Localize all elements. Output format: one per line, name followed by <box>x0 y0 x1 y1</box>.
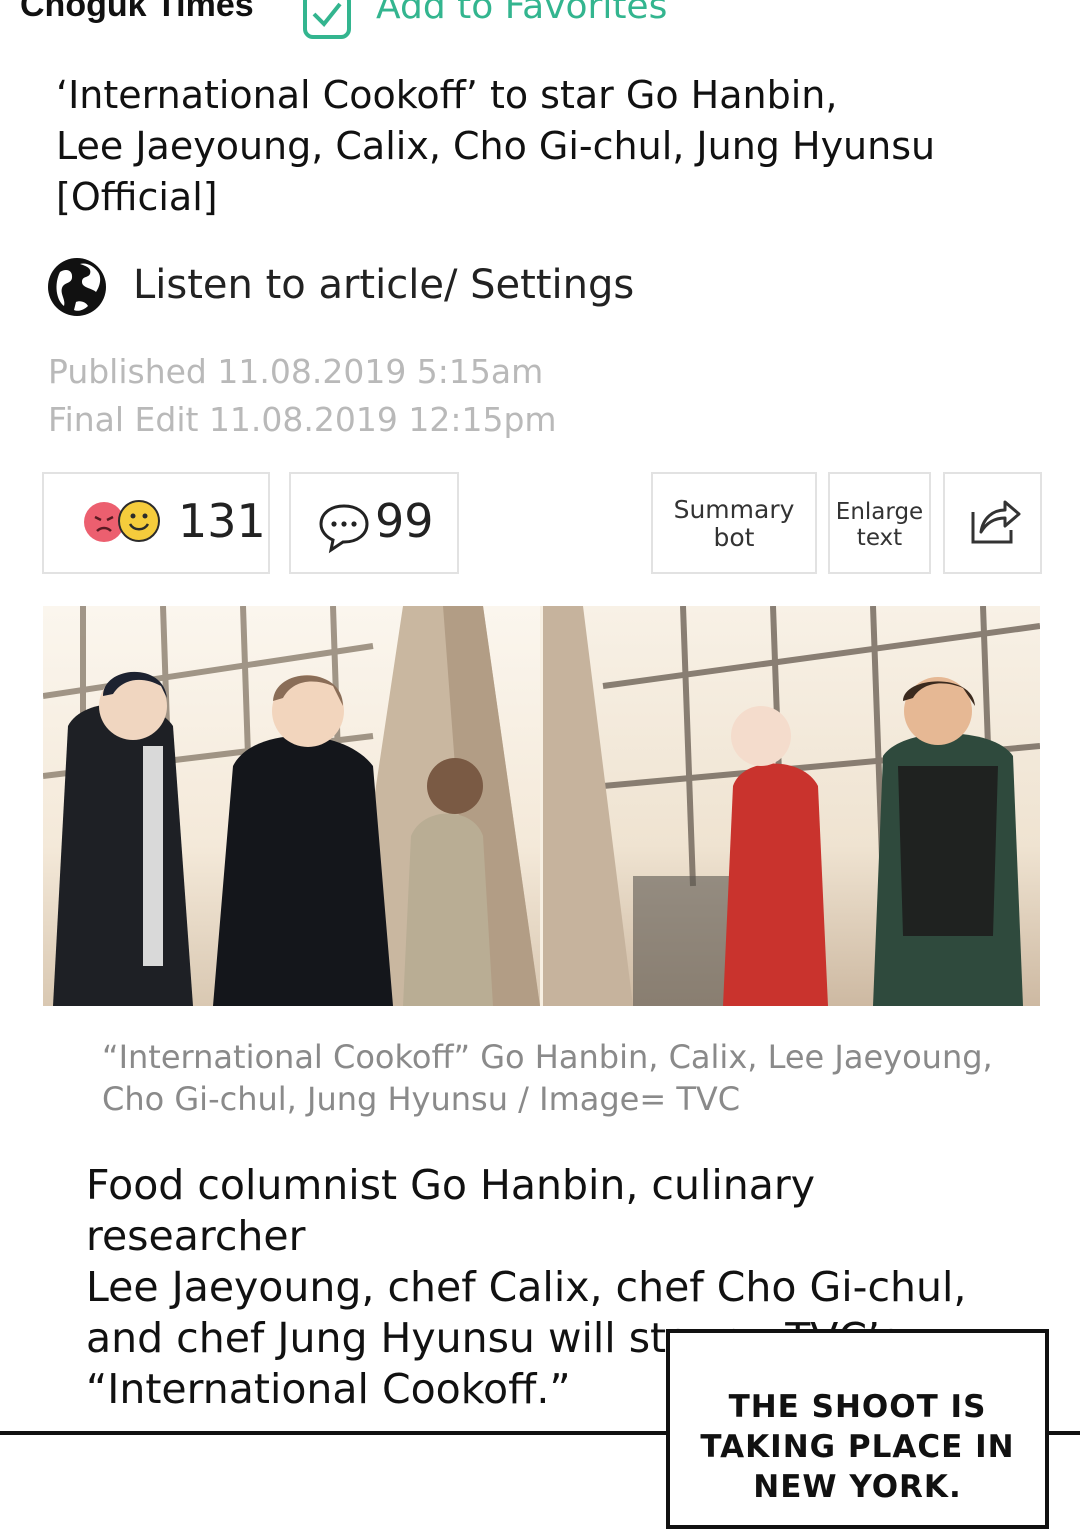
comment-bubble-icon <box>319 504 369 554</box>
narration-line: THE SHOOT IS <box>728 1389 987 1425</box>
smile-emoji-icon <box>118 500 160 542</box>
reactions-button[interactable]: 131 <box>42 472 270 574</box>
caption-line: “International Cookoff” Go Hanbin, Calix… <box>102 1038 993 1076</box>
site-brand[interactable]: Choguk Times <box>20 0 254 25</box>
summary-bot-label-line: bot <box>713 523 755 552</box>
headline-line: [Official] <box>56 175 218 219</box>
narration-line: TAKING PLACE IN <box>700 1429 1015 1465</box>
final-edit-date: Final Edit 11.08.2019 12:15pm <box>48 400 557 439</box>
summary-bot-label: Summary bot <box>653 496 815 552</box>
published-date: Published 11.08.2019 5:15am <box>48 352 544 391</box>
image-panel-left <box>43 606 540 1006</box>
narration-text: THE SHOOT IS TAKING PLACE IN NEW YORK. <box>670 1387 1045 1507</box>
body-line: Lee Jaeyoung, chef Calix, chef Cho Gi-ch… <box>86 1263 967 1311</box>
add-to-favorites-link[interactable]: Add to Favorites <box>376 0 667 27</box>
summary-bot-label-line: Summary <box>673 495 795 524</box>
comments-button[interactable]: 99 <box>289 472 459 574</box>
summary-bot-button[interactable]: Summary bot <box>651 472 817 574</box>
share-icon <box>971 500 1021 544</box>
enlarge-text-label: Enlarge text <box>830 499 929 551</box>
headline-line: ‘International Cookoff’ to star Go Hanbi… <box>56 73 838 117</box>
narration-line: NEW YORK. <box>753 1469 962 1505</box>
globe-icon[interactable] <box>46 256 108 318</box>
enlarge-text-button[interactable]: Enlarge text <box>828 472 931 574</box>
headline-line: Lee Jaeyoung, Calix, Cho Gi-chul, Jung H… <box>56 124 936 168</box>
reactions-count: 131 <box>178 494 266 548</box>
listen-settings-link[interactable]: Listen to article/ Settings <box>133 262 634 308</box>
check-box-icon[interactable] <box>302 0 352 40</box>
article-headline: ‘International Cookoff’ to star Go Hanbi… <box>56 70 1036 223</box>
image-caption: “International Cookoff” Go Hanbin, Calix… <box>102 1036 1022 1120</box>
share-button[interactable] <box>943 472 1042 574</box>
comments-count: 99 <box>375 494 434 548</box>
article-image[interactable] <box>43 606 1040 1006</box>
enlarge-text-label-line: text <box>856 525 903 551</box>
enlarge-text-label-line: Enlarge <box>835 499 924 525</box>
narration-box: THE SHOOT IS TAKING PLACE IN NEW YORK. <box>666 1329 1049 1529</box>
image-panel-right <box>543 606 1040 1006</box>
body-line: Food columnist Go Hanbin, culinary resea… <box>86 1161 815 1260</box>
caption-line: Cho Gi-chul, Jung Hyunsu / Image= TVC <box>102 1080 741 1118</box>
